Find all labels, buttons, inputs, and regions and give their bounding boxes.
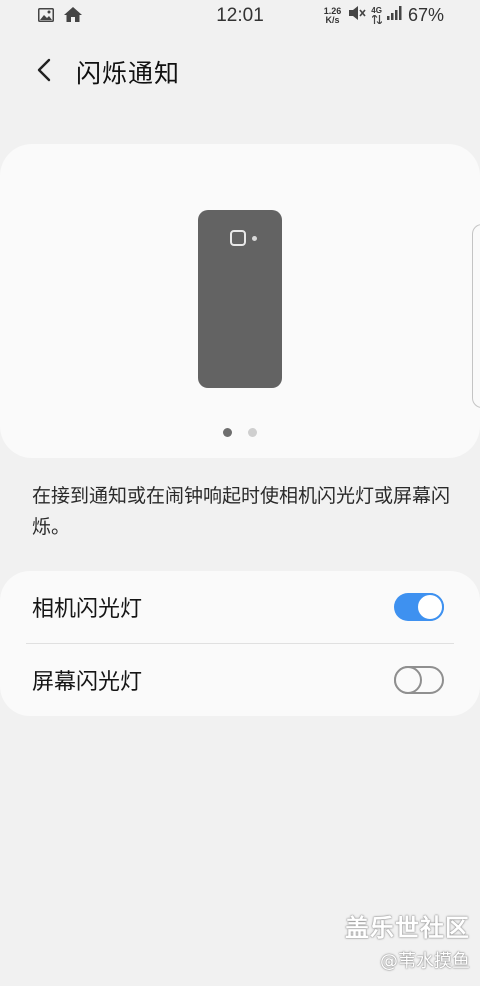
camera-icon xyxy=(230,230,246,246)
back-arrow-icon xyxy=(37,58,51,86)
flash-dot xyxy=(252,236,257,241)
settings-card: 相机闪光灯 屏幕闪光灯 xyxy=(0,571,480,716)
status-bar: 12:01 1.26 K/s 4G 67% xyxy=(0,0,480,34)
screen: 12:01 1.26 K/s 4G 67% 闪烁通知 在接到通知或在闹钟响起时使… xyxy=(0,0,480,986)
setting-row-camera-flash[interactable]: 相机闪光灯 xyxy=(0,571,480,644)
setting-row-screen-flash[interactable]: 屏幕闪光灯 xyxy=(0,644,480,716)
back-button[interactable] xyxy=(26,54,62,90)
page-title: 闪烁通知 xyxy=(76,59,181,88)
network-type: 4G xyxy=(371,6,382,15)
screen-flash-label: 屏幕闪光灯 xyxy=(32,670,143,695)
battery-percent: 67% xyxy=(407,5,444,25)
signal-icon xyxy=(386,6,403,25)
network-speed: 1.26 K/s xyxy=(324,6,342,25)
camera-flash-toggle[interactable] xyxy=(394,593,444,621)
phone-illustration xyxy=(198,210,282,388)
toggle-knob xyxy=(394,666,422,694)
page-indicator xyxy=(0,428,480,437)
watermark-brand: 盖乐世社区 xyxy=(345,914,470,942)
network-speed-unit: K/s xyxy=(325,14,340,25)
page-dot-1[interactable] xyxy=(223,428,232,437)
page-dot-2[interactable] xyxy=(248,428,257,437)
4g-data-icon: 4G xyxy=(371,7,382,24)
app-header: 闪烁通知 xyxy=(0,50,480,94)
toggle-knob xyxy=(416,593,444,621)
description-text: 在接到通知或在闹钟响起时使相机闪光灯或屏幕闪烁。 xyxy=(32,485,451,538)
screen-flash-toggle[interactable] xyxy=(394,666,444,694)
mute-icon xyxy=(348,5,366,26)
watermark: 盖乐世社区 @苇水摸鱼 xyxy=(345,908,470,973)
camera-flash-label: 相机闪光灯 xyxy=(32,597,143,622)
scroll-indicator[interactable] xyxy=(472,224,480,408)
flash-preview-card[interactable] xyxy=(0,144,480,458)
watermark-handle: @苇水摸鱼 xyxy=(380,951,470,972)
status-right: 1.26 K/s 4G 67% xyxy=(324,5,444,26)
